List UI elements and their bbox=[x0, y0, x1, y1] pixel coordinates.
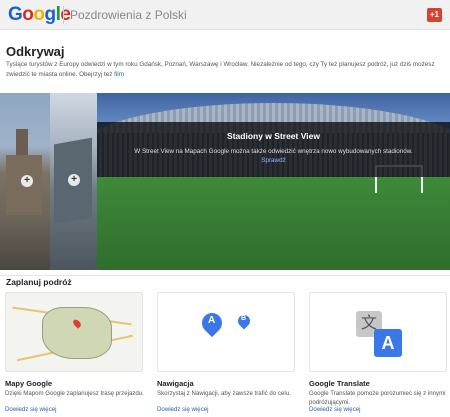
map-region bbox=[42, 307, 112, 359]
section-heading-plan: Zaplanuj podróż bbox=[6, 277, 72, 287]
card-maps-description: Dzięki Mapom Google zaplanujesz trasę pr… bbox=[5, 390, 144, 397]
logo-letter: e bbox=[60, 4, 71, 25]
card-translate-image[interactable]: 文 A bbox=[309, 292, 447, 372]
logo-letter: g bbox=[44, 4, 57, 25]
expand-thumb-button[interactable]: + bbox=[68, 174, 80, 186]
card-translate-description: Google Translate pomoże porozumieć się z… bbox=[309, 390, 446, 406]
photo-carousel: + + bbox=[0, 93, 450, 270]
section-heading-discover: Odkrywaj bbox=[6, 44, 65, 59]
logo-letter: G bbox=[8, 4, 23, 25]
translate-target-icon: A bbox=[374, 329, 402, 357]
pin-b-label: B bbox=[241, 315, 247, 322]
caption-title: Stadiony w Street View bbox=[227, 131, 320, 141]
logo-letter: o bbox=[22, 4, 34, 25]
card-navigation-link[interactable]: Dowiedz się więcej bbox=[157, 406, 208, 413]
map-icon bbox=[6, 293, 142, 371]
expand-thumb-button[interactable]: + bbox=[21, 175, 33, 187]
section-divider bbox=[0, 275, 450, 276]
card-navigation-image[interactable]: A B bbox=[157, 292, 295, 372]
intro-text: Tysiące turystów z Europy odwiedzi w tym… bbox=[6, 60, 444, 79]
card-navigation-description: Skorzystaj z Nawigacji, aby zawsze trafi… bbox=[157, 390, 291, 397]
intro-body: Tysiące turystów z Europy odwiedzi w tym… bbox=[6, 61, 435, 78]
card-translate-title: Google Translate bbox=[309, 379, 370, 388]
caption-text: W Street View na Mapach Google można tak… bbox=[134, 148, 413, 155]
caption-description: W Street View na Mapach Google można tak… bbox=[124, 147, 424, 165]
card-translate-link[interactable]: Dowiedz się więcej bbox=[309, 406, 360, 413]
page-title: Pozdrowienia z Polski bbox=[70, 8, 187, 22]
top-bar: Google Pozdrowienia z Polski +1 bbox=[0, 0, 450, 30]
pin-a-label: A bbox=[208, 315, 216, 326]
film-link[interactable]: film bbox=[114, 71, 124, 78]
stadium-hero-image[interactable] bbox=[97, 93, 450, 270]
caption-link[interactable]: Sprawdź bbox=[261, 157, 286, 164]
carousel-caption: Stadiony w Street View W Street View na … bbox=[97, 122, 450, 177]
card-navigation-title: Nawigacja bbox=[157, 379, 194, 388]
card-maps-title: Mapy Google bbox=[5, 379, 53, 388]
header-divider bbox=[63, 6, 64, 24]
card-maps-image[interactable] bbox=[5, 292, 143, 372]
google-logo[interactable]: Google bbox=[8, 4, 71, 26]
logo-letter: o bbox=[33, 4, 45, 25]
card-maps-link[interactable]: Dowiedz się więcej bbox=[5, 406, 56, 413]
google-plus-button[interactable]: +1 bbox=[426, 8, 442, 22]
